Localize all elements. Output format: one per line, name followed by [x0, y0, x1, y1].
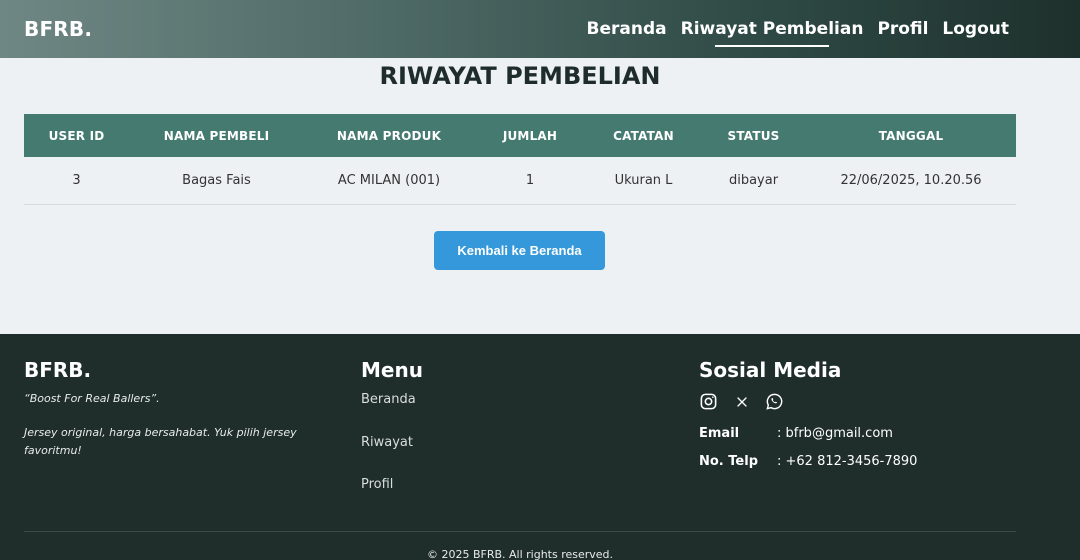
contact-phone-row: No. Telp : +62 812-3456-7890	[699, 454, 917, 469]
footer-description: Jersey original, harga bersahabat. Yuk p…	[24, 426, 297, 457]
footer-tagline: “Boost For Real Ballers”.	[24, 392, 160, 405]
page-title: RIWAYAT PEMBELIAN	[379, 62, 661, 90]
whatsapp-icon[interactable]	[765, 392, 784, 411]
footer-menu-title: Menu	[361, 358, 423, 382]
nav-link-profil[interactable]: Profil	[877, 19, 928, 39]
purchase-history-table-wrapper: USER ID NAMA PEMBELI NAMA PRODUK JUMLAH …	[24, 114, 1016, 205]
cell-nama-pembeli: Bagas Fais	[182, 172, 251, 188]
table-row: 3 Bagas Fais AC MILAN (001) 1 Ukuran L d…	[24, 157, 1016, 204]
nav-link-beranda[interactable]: Beranda	[587, 19, 667, 39]
back-to-home-button[interactable]: Kembali ke Beranda	[434, 231, 605, 270]
footer-menu-item-profil[interactable]: Profil	[361, 477, 393, 492]
contact-email-row: Email : bfrb@gmail.com	[699, 426, 893, 441]
column-header-nama-pembeli: NAMA PEMBELI	[163, 128, 270, 143]
email-value: : bfrb@gmail.com	[777, 426, 893, 441]
footer-social-title: Sosial Media	[699, 358, 842, 382]
cell-tanggal: 22/06/2025, 10.20.56	[840, 172, 982, 188]
cell-nama-produk: AC MILAN (001)	[337, 172, 441, 188]
cell-jumlah: 1	[525, 172, 535, 188]
footer: BFRB. “Boost For Real Ballers”. Jersey o…	[0, 334, 1080, 560]
column-header-status: STATUS	[727, 128, 780, 143]
nav-links: Beranda Riwayat Pembelian Profil Logout	[587, 19, 1009, 47]
table-header-row: USER ID NAMA PEMBELI NAMA PRODUK JUMLAH …	[24, 114, 1016, 157]
cell-user-id: 3	[72, 172, 81, 188]
navbar: BFRB. Beranda Riwayat Pembelian Profil L…	[0, 0, 1080, 58]
nav-link-riwayat-pembelian[interactable]: Riwayat Pembelian	[681, 19, 863, 47]
email-label: Email	[699, 426, 740, 441]
column-header-user-id: USER ID	[48, 128, 105, 143]
x-icon[interactable]	[732, 392, 751, 411]
phone-label: No. Telp	[699, 454, 758, 469]
cell-catatan: Ukuran L	[614, 172, 673, 188]
social-icons	[699, 392, 784, 411]
nav-link-logout[interactable]: Logout	[942, 19, 1009, 39]
column-header-tanggal: TANGGAL	[878, 128, 944, 143]
column-header-catatan: CATATAN	[613, 128, 674, 143]
cell-status: dibayar	[728, 172, 779, 188]
footer-menu-item-riwayat[interactable]: Riwayat	[361, 435, 413, 450]
phone-value: : +62 812-3456-7890	[777, 454, 918, 469]
copyright-text: © 2025 BFRB. All rights reserved.	[426, 548, 614, 560]
purchase-history-table: USER ID NAMA PEMBELI NAMA PRODUK JUMLAH …	[24, 114, 1016, 205]
footer-menu-item-beranda[interactable]: Beranda	[361, 392, 416, 407]
instagram-icon[interactable]	[699, 392, 718, 411]
brand-logo[interactable]: BFRB.	[24, 17, 92, 41]
column-header-nama-produk: NAMA PRODUK	[336, 128, 442, 143]
footer-divider	[24, 531, 1016, 532]
column-header-jumlah: JUMLAH	[502, 128, 558, 143]
footer-brand: BFRB.	[24, 358, 92, 382]
